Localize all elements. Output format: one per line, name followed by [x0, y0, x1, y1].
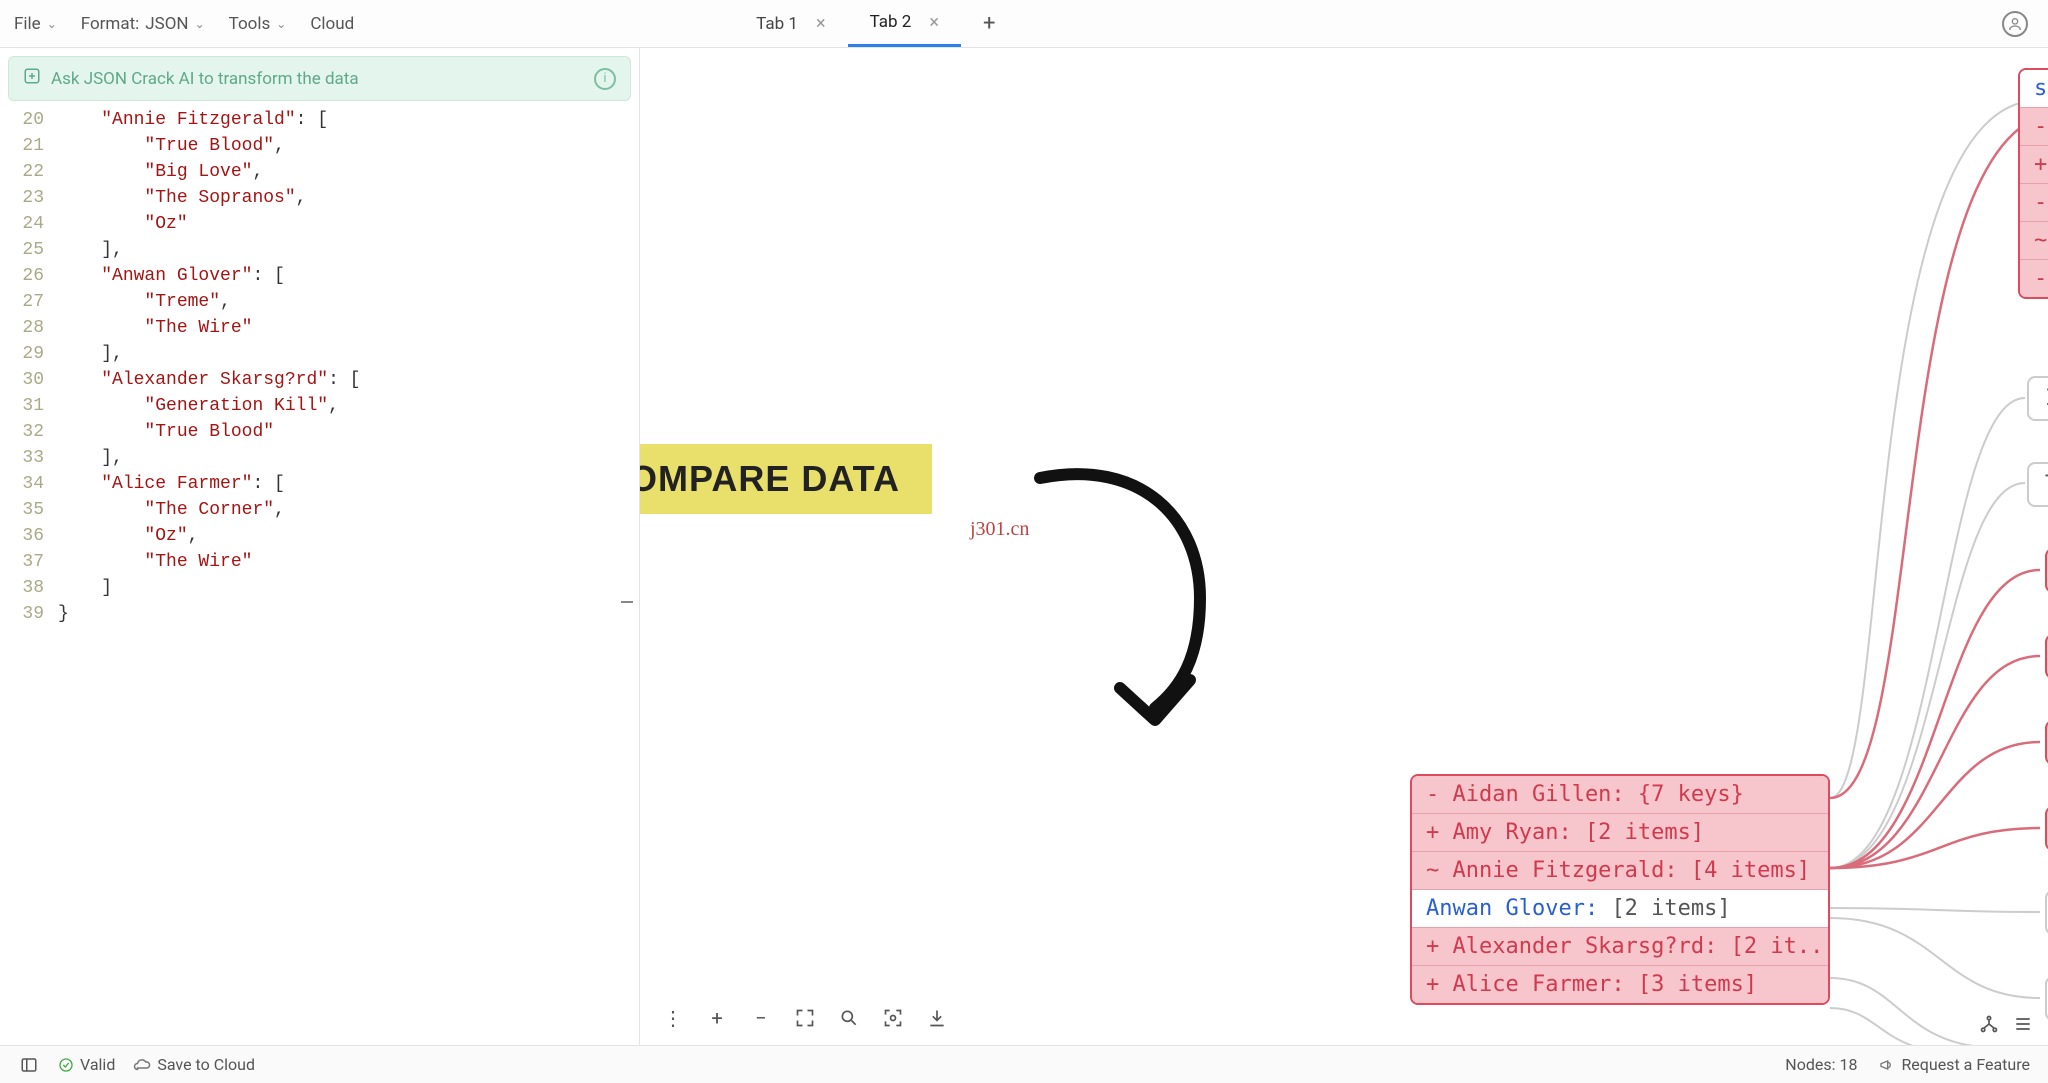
graph-node[interactable]: In Treatment: [2027, 376, 2048, 421]
request-feature-button[interactable]: Request a Feature: [1879, 1055, 2030, 1074]
menu-file[interactable]: File ⌄: [14, 14, 57, 34]
fit-icon[interactable]: [794, 1007, 816, 1029]
topbar: File ⌄ Format: JSON ⌄ Tools ⌄ Cloud Tab 1 × …: [0, 0, 2048, 48]
save-cloud-button[interactable]: Save to Cloud: [133, 1055, 255, 1074]
megaphone-icon: [1879, 1057, 1895, 1073]
check-icon: [58, 1057, 74, 1073]
tabs: Tab 1 × Tab 2 × +: [734, 0, 1017, 47]
ai-banner-text: Ask JSON Crack AI to transform the data: [51, 69, 359, 89]
request-feature-label: Request a Feature: [1901, 1055, 2030, 1074]
menu-tools[interactable]: Tools ⌄: [229, 14, 287, 34]
tab-1[interactable]: Tab 1 ×: [734, 0, 847, 47]
chevron-down-icon: ⌄: [195, 17, 205, 31]
account-icon[interactable]: [2002, 11, 2028, 37]
chevron-down-icon: ⌄: [47, 17, 57, 31]
add-tab-button[interactable]: +: [961, 0, 1017, 47]
tab-2[interactable]: Tab 2 ×: [848, 0, 961, 47]
code-body[interactable]: "Annie Fitzgerald": [ "True Blood", "Big…: [58, 107, 639, 1045]
zoom-in-icon[interactable]: +: [706, 1007, 728, 1029]
line-gutter: 2021222324252627282930313233343536373839: [0, 107, 58, 1045]
info-icon[interactable]: i: [594, 68, 616, 90]
hierarchy-icon[interactable]: [1978, 1013, 2000, 1035]
canvas-toolbar-right: [1978, 1013, 2034, 1035]
editor-pane: Ask JSON Crack AI to transform the data …: [0, 48, 640, 1045]
menu-format[interactable]: Format: JSON ⌄: [81, 14, 205, 34]
more-icon[interactable]: ⋮: [662, 1007, 684, 1029]
fold-indicator: [621, 601, 633, 603]
menu-left: File ⌄ Format: JSON ⌄ Tools ⌄ Cloud: [0, 14, 354, 34]
graph-node[interactable]: The Wire: [2027, 462, 2048, 507]
diff-node-top[interactable]: string: "some string"- int: "2"+ otherin…: [2018, 68, 2048, 299]
status-valid-label: Valid: [80, 1055, 115, 1074]
ai-icon: [23, 67, 41, 90]
tab-2-label: Tab 2: [870, 12, 912, 32]
download-icon[interactable]: [926, 1007, 948, 1029]
menu-tools-label: Tools: [229, 14, 271, 34]
canvas-toolbar: ⋮ + −: [652, 1001, 958, 1035]
menu-file-label: File: [14, 14, 41, 34]
menu-format-prefix: Format:: [81, 14, 140, 34]
chevron-down-icon: ⌄: [276, 17, 286, 31]
graph-pane[interactable]: string: "some string"- int: "2"+ otherin…: [640, 48, 2048, 1045]
graph-edges: [640, 48, 2048, 1045]
menu-cloud-label: Cloud: [310, 14, 354, 34]
topbar-right: [2002, 11, 2028, 37]
arrow-icon: [1020, 458, 1240, 738]
tab-1-label: Tab 1: [756, 14, 798, 34]
save-cloud-label: Save to Cloud: [157, 1055, 255, 1074]
zoom-out-icon[interactable]: −: [750, 1007, 772, 1029]
graph-canvas[interactable]: string: "some string"- int: "2"+ otherin…: [640, 48, 2048, 1045]
list-icon[interactable]: [2012, 1013, 2034, 1035]
close-icon[interactable]: ×: [816, 13, 826, 34]
focus-icon[interactable]: [882, 1007, 904, 1029]
cloud-icon: [133, 1056, 151, 1074]
statusbar: Valid Save to Cloud Nodes: 18 Request a …: [0, 1045, 2048, 1083]
menu-cloud[interactable]: Cloud: [310, 14, 354, 34]
code-editor[interactable]: 2021222324252627282930313233343536373839…: [0, 107, 639, 1045]
menu-format-value: JSON: [145, 14, 188, 34]
panel-toggle-icon[interactable]: [18, 1054, 40, 1076]
status-valid: Valid: [58, 1055, 115, 1074]
close-icon[interactable]: ×: [929, 12, 939, 33]
ai-banner[interactable]: Ask JSON Crack AI to transform the data …: [8, 56, 631, 101]
search-icon[interactable]: [838, 1007, 860, 1029]
status-nodes: Nodes: 18: [1785, 1055, 1857, 1074]
compare-data-label: Compare Data: [640, 444, 932, 514]
diff-node-main[interactable]: - Aidan Gillen: {7 keys}+ Amy Ryan: [2 i…: [1410, 774, 1830, 1005]
